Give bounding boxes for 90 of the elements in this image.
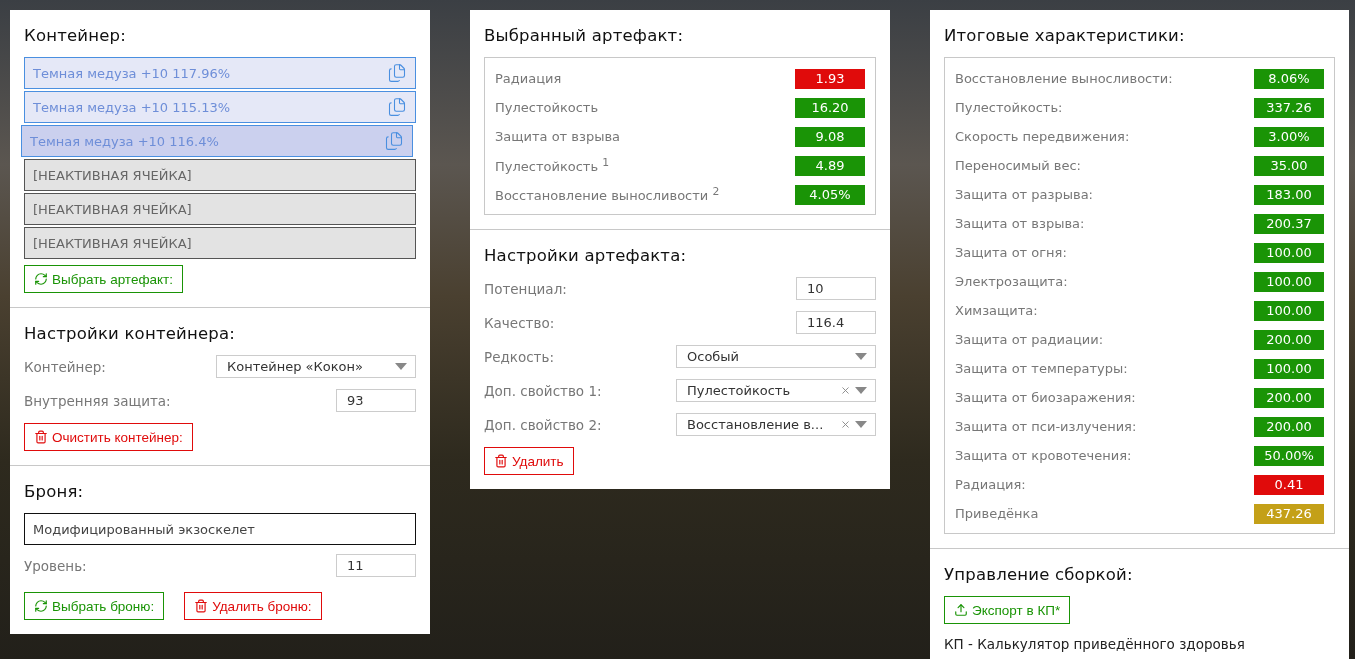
- input-field[interactable]: 93: [336, 389, 416, 412]
- stat-label: Защита от огня:: [955, 245, 1067, 260]
- dropdown[interactable]: Особый: [676, 345, 876, 368]
- note-text: КП - Калькулятор приведённого здоровья: [944, 636, 1246, 652]
- copy-icon[interactable]: [387, 63, 407, 83]
- stat-value: 200.37: [1254, 213, 1324, 234]
- stat-value: 35.00: [1254, 155, 1324, 176]
- stat-label: Восстановление выносливости:: [955, 71, 1173, 86]
- section-title: Управление сборкой:: [944, 565, 1134, 584]
- trash-icon: [194, 599, 209, 613]
- input-field[interactable]: 10: [796, 277, 876, 300]
- select-artifact-button[interactable]: Выбрать артефакт:: [24, 265, 183, 293]
- clear-icon[interactable]: [840, 385, 851, 396]
- field-label: Редкость:: [484, 348, 554, 365]
- copy-icon[interactable]: [384, 131, 404, 151]
- stat-label: Защита от биозаражения:: [955, 390, 1136, 405]
- caret-icon: [855, 421, 867, 428]
- stat-value: 4.05%: [795, 184, 865, 205]
- stat-value: 183.00: [1254, 184, 1324, 205]
- stat-label: Переносимый вес:: [955, 158, 1081, 173]
- stat-label: Защита от пси-излучения:: [955, 419, 1137, 434]
- artifact-slot[interactable]: Темная медуза +10 117.96%: [24, 57, 416, 89]
- field-label: Внутренняя защита:: [24, 392, 171, 409]
- stat-value: 100.00: [1254, 242, 1324, 263]
- caret-icon: [855, 387, 867, 394]
- stat-label: Пулестойкость $^{1}$: [495, 156, 610, 175]
- stat-label: Скорость передвижения:: [955, 129, 1130, 144]
- clear-icon[interactable]: [840, 419, 851, 430]
- stat-value: 437.26: [1254, 503, 1324, 524]
- stat-label: Химзащита:: [955, 303, 1038, 318]
- delete-button[interactable]: Удалить: [484, 447, 574, 475]
- stat-value: 100.00: [1254, 358, 1324, 379]
- stat-label: Защита от температуры:: [955, 361, 1128, 376]
- refresh-icon: [34, 599, 48, 613]
- trash-icon: [34, 430, 48, 444]
- clear-container-button[interactable]: Очистить контейнер:: [24, 423, 193, 451]
- stat-value: 16.20: [795, 97, 865, 118]
- stat-label: Пулестойкость: [495, 100, 599, 115]
- section-title: Броня:: [24, 482, 85, 501]
- dropdown[interactable]: Пулестойкость: [676, 379, 876, 402]
- stat-value: 200.00: [1254, 329, 1324, 350]
- input-field[interactable]: 11: [336, 554, 416, 577]
- section-title: Выбранный артефакт:: [484, 26, 685, 45]
- stat-label: Защита от взрыва: [495, 129, 621, 144]
- stat-label: Защита от взрыва:: [955, 216, 1085, 231]
- delete-armor-button[interactable]: Удалить броню:: [184, 592, 322, 620]
- stat-label: Защита от разрыва:: [955, 187, 1093, 202]
- field-label: Доп. свойство 1:: [484, 382, 602, 399]
- section-title: Итоговые характеристики:: [944, 26, 1186, 45]
- stat-label: Восстановление выносливости $^{2}$: [495, 185, 720, 204]
- stat-value: 50.00%: [1254, 445, 1324, 466]
- stat-value: 8.06%: [1254, 68, 1324, 89]
- armor-name-field[interactable]: Модифицированный экзоскелет: [24, 513, 416, 545]
- input-field[interactable]: 116.4: [796, 311, 876, 334]
- trash-icon: [494, 454, 508, 468]
- stat-value: 100.00: [1254, 271, 1324, 292]
- field-label: Контейнер:: [24, 358, 106, 375]
- stat-label: Приведёнка: [955, 506, 1039, 521]
- select-armor-button[interactable]: Выбрать броню:: [24, 592, 165, 620]
- field-label: Потенциал:: [484, 280, 567, 297]
- dropdown[interactable]: Восстановление в...: [676, 413, 876, 436]
- dropdown[interactable]: Контейнер «Кокон»: [216, 355, 416, 378]
- stat-label: Радиация: [495, 71, 562, 86]
- refresh-icon: [34, 272, 48, 286]
- stat-label: Защита от кровотечения:: [955, 448, 1132, 463]
- upload-icon: [954, 603, 968, 617]
- field-label: Уровень:: [24, 557, 87, 574]
- stat-value: 9.08: [795, 126, 865, 147]
- stat-value: 3.00%: [1254, 126, 1324, 147]
- caret-icon: [855, 353, 867, 360]
- caret-icon: [395, 363, 407, 370]
- field-label: Доп. свойство 2:: [484, 416, 602, 433]
- field-label: Качество:: [484, 314, 555, 331]
- section-title: Настройки артефакта:: [484, 246, 688, 265]
- stat-value: 100.00: [1254, 300, 1324, 321]
- export-button[interactable]: Экспорт в КП*: [944, 596, 1071, 624]
- section-title: Контейнер:: [24, 26, 128, 45]
- stat-value: 0.41: [1254, 474, 1324, 495]
- stat-label: Пулестойкость:: [955, 100, 1063, 115]
- stat-label: Электрозащита:: [955, 274, 1068, 289]
- stat-value: 200.00: [1254, 416, 1324, 437]
- stat-label: Защита от радиации:: [955, 332, 1104, 347]
- stat-value: 4.89: [795, 155, 865, 176]
- stat-value: 1.93: [795, 68, 865, 89]
- section-title: Настройки контейнера:: [24, 324, 237, 343]
- copy-icon[interactable]: [387, 97, 407, 117]
- artifact-slot[interactable]: Темная медуза +10 115.13%: [24, 91, 416, 123]
- stat-value: 337.26: [1254, 97, 1324, 118]
- stat-label: Радиация:: [955, 477, 1026, 492]
- stat-value: 200.00: [1254, 387, 1324, 408]
